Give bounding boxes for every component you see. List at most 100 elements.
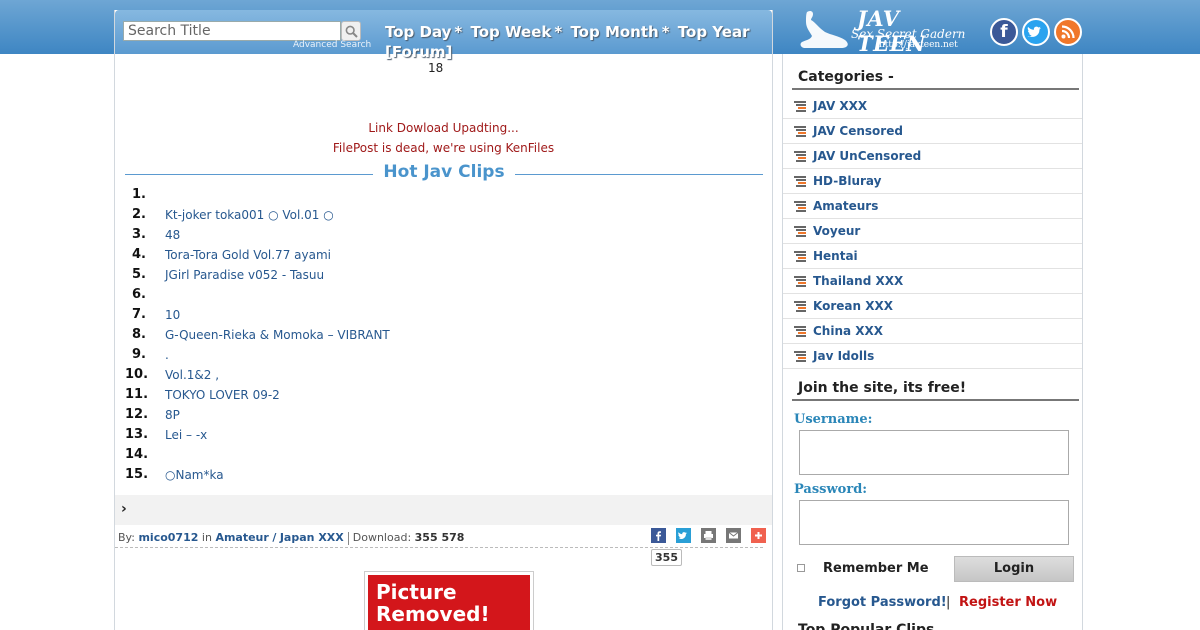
list-item: 5. JGirl Paradise v052 - Tasuu — [125, 265, 725, 285]
category-list-icon — [794, 126, 806, 137]
by-label: By: — [118, 531, 135, 544]
clip-number: 10. — [125, 367, 149, 382]
twitter-share-icon[interactable] — [676, 528, 692, 543]
clip-number: 8. — [132, 327, 146, 342]
nav-separator: * — [661, 23, 670, 41]
search-input[interactable] — [123, 21, 341, 41]
subcategory-link[interactable]: Japan XXX — [280, 531, 344, 544]
category-label: China XXX — [813, 324, 884, 338]
login-button[interactable]: Login — [954, 556, 1074, 582]
link-separator: | — [946, 595, 951, 610]
category-item[interactable]: HD-Bluray — [783, 169, 1082, 194]
category-item[interactable]: Voyeur — [783, 219, 1082, 244]
category-item[interactable]: JAV UnCensored — [783, 144, 1082, 169]
clip-link[interactable]: G-Queen-Rieka & Momoka – VIBRANT — [165, 325, 390, 345]
nav-top-year[interactable]: Top Year — [678, 23, 750, 41]
clip-link[interactable]: Kt-joker toka001 ○ Vol.01 ○ — [165, 205, 334, 225]
nav-top-week[interactable]: Top Week — [471, 23, 552, 41]
category-list-icon — [794, 176, 806, 187]
clip-link[interactable]: JGirl Paradise v052 - Tasuu — [165, 265, 324, 285]
forgot-password-link[interactable]: Forgot Password! — [818, 595, 947, 610]
nav-top-day[interactable]: Top Day — [385, 23, 451, 41]
list-item: 11. TOKYO LOVER 09-2 — [125, 385, 725, 405]
nav-forum[interactable]: [Forum] — [385, 43, 452, 61]
hot-clips-list: 1. 2. Kt-joker toka001 ○ Vol.01 ○ 3. 48 4.… — [125, 185, 725, 485]
notice-filepost: FilePost is dead, we're using KenFiles — [332, 141, 555, 155]
hot-clips-title: Hot Jav Clips — [383, 162, 505, 182]
share-icons — [651, 528, 771, 547]
twitter-icon[interactable] — [1022, 18, 1050, 46]
nav-top-month[interactable]: Top Month — [570, 23, 658, 41]
download-count: 355 578 — [414, 531, 465, 544]
category-link[interactable]: Amateur — [215, 531, 268, 544]
username-field[interactable] — [799, 430, 1069, 475]
category-label: JAV Censored — [813, 124, 903, 138]
clip-number: 1. — [132, 187, 146, 202]
clip-number: 9. — [132, 347, 146, 362]
hot-clips-heading: Hot Jav Clips — [125, 162, 763, 184]
clip-number: 3. — [132, 227, 146, 242]
author-link[interactable]: mico0712 — [138, 531, 198, 544]
clip-number: 5. — [132, 267, 146, 282]
print-icon[interactable] — [701, 528, 717, 543]
facebook-icon[interactable]: f — [990, 18, 1018, 46]
list-item: 9.. — [125, 345, 725, 365]
clip-link[interactable]: Lei – -x — [165, 425, 207, 445]
more-share-icon[interactable] — [751, 528, 767, 543]
category-item[interactable]: Amateurs — [783, 194, 1082, 219]
clip-link[interactable]: Tora-Tora Gold Vol.77 ayami — [165, 245, 331, 265]
rss-icon[interactable] — [1054, 18, 1082, 46]
expand-bar[interactable]: › — [115, 495, 772, 525]
remember-me-checkbox[interactable] — [797, 564, 805, 572]
category-item[interactable]: Thailand XXX — [783, 269, 1082, 294]
category-list-icon — [794, 251, 806, 262]
password-field[interactable] — [799, 500, 1069, 545]
clip-number: 13. — [125, 427, 149, 442]
password-label: Password: — [794, 482, 868, 497]
clip-number: 2. — [132, 207, 146, 222]
clip-link[interactable]: TOKYO LOVER 09-2 — [165, 385, 280, 405]
category-label: Hentai — [813, 249, 858, 263]
category-label: JAV XXX — [813, 99, 868, 113]
search-button[interactable] — [341, 21, 361, 41]
clip-number: 6. — [132, 287, 146, 302]
categories-title: Categories - — [798, 69, 894, 85]
chevron-right-icon[interactable]: › — [121, 501, 127, 517]
email-icon[interactable] — [726, 528, 742, 543]
main-column: Advanced Search Top Day* Top Week* Top M… — [114, 10, 773, 630]
site-logo[interactable]: JAV TEEN Sex Secret Gadern http://javtee… — [797, 6, 969, 56]
notice-update: Link Dowload Upadting... — [368, 121, 519, 135]
list-item: 1. — [125, 185, 725, 205]
facebook-share-icon[interactable] — [651, 528, 666, 543]
clip-link[interactable]: 48 — [165, 225, 180, 245]
clip-link[interactable]: 10 — [165, 305, 180, 325]
register-link[interactable]: Register Now — [959, 595, 1057, 610]
category-item[interactable]: JAV XXX — [783, 94, 1082, 119]
list-item: 14. — [125, 445, 725, 465]
clip-number: 15. — [125, 467, 149, 482]
divider — [115, 547, 763, 548]
category-label: HD-Bluray — [813, 174, 882, 188]
clip-link[interactable]: Vol.1&2 , — [165, 365, 219, 385]
category-item[interactable]: Jav Idolls — [783, 344, 1082, 369]
advanced-search-link[interactable]: Advanced Search — [293, 40, 371, 50]
clip-link[interactable]: ○Nam*ka — [165, 465, 224, 485]
nav-separator: * — [454, 23, 463, 41]
logo-url: http://javteen.net — [879, 40, 958, 50]
category-list-icon — [794, 101, 806, 112]
clip-number: 4. — [132, 247, 146, 262]
sidebar: Categories - JAV XXX JAV Censored JAV Un… — [782, 54, 1083, 630]
category-list-icon — [794, 201, 806, 212]
header-band: Advanced Search Top Day* Top Week* Top M… — [115, 10, 772, 61]
category-label: Jav Idolls — [813, 349, 875, 363]
search-icon — [345, 25, 358, 38]
clip-number: 11. — [125, 387, 149, 402]
category-item[interactable]: China XXX — [783, 319, 1082, 344]
clip-link[interactable]: 8P — [165, 405, 180, 425]
category-list-icon — [794, 351, 806, 362]
category-item[interactable]: Hentai — [783, 244, 1082, 269]
category-item[interactable]: Korean XXX — [783, 294, 1082, 319]
clip-link[interactable]: . — [165, 345, 169, 365]
category-list-icon — [794, 301, 806, 312]
category-item[interactable]: JAV Censored — [783, 119, 1082, 144]
